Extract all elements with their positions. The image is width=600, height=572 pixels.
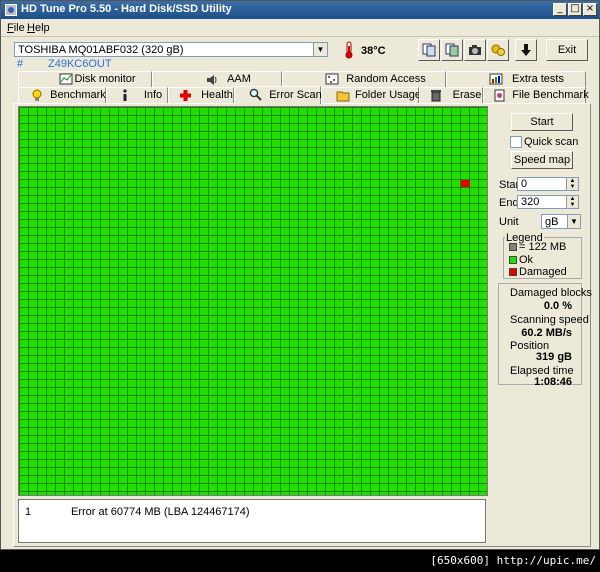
camera-icon [469, 45, 481, 55]
temperature-value: 38°C [361, 45, 386, 57]
spinner-icon[interactable]: ▲ ▼ [566, 196, 578, 208]
chevron-down-icon[interactable]: ▼ [567, 215, 580, 228]
scan-map [19, 107, 487, 495]
end-field-value: 320 [521, 196, 540, 208]
menu-file-key: F [7, 22, 14, 34]
tab-health[interactable]: Health [168, 87, 234, 103]
scanning-speed-label: Scanning speed [510, 314, 589, 326]
drive-select-value: TOSHIBA MQ01ABF032 (320 gB) [18, 44, 184, 56]
menu-help[interactable]: Help [27, 22, 50, 34]
speed-map-button[interactable]: Speed map [511, 151, 573, 169]
menu-file[interactable]: File [7, 22, 25, 34]
elapsed-time-value: 1:08:46 [534, 376, 572, 388]
log-index: 1 [25, 506, 32, 518]
thermometer-icon [345, 41, 353, 59]
arrow-down-icon [521, 44, 531, 56]
tab-info[interactable]: Info [106, 87, 168, 103]
serial-hash: # [17, 58, 24, 70]
title-bar[interactable]: HD Tune Pro 5.50 - Hard Disk/SSD Utility… [1, 1, 599, 19]
copy-all-icon [445, 43, 459, 57]
scanning-speed-value: 60.2 MB/s [521, 327, 572, 339]
error-log[interactable]: 1 Error at 60774 MB (LBA 124467174) [18, 499, 486, 543]
tab-label: Error Scan [269, 89, 322, 101]
tab-error-scan[interactable]: Error Scan [234, 86, 322, 104]
copy-all-button[interactable] [441, 39, 463, 61]
tab-extra-tests[interactable]: Extra tests [446, 71, 586, 87]
options-button[interactable] [487, 39, 509, 61]
exit-button[interactable]: Exit [546, 39, 588, 61]
position-value: 319 gB [535, 351, 572, 363]
copy-icon [422, 43, 436, 57]
legend-damaged: Damaged [519, 266, 567, 278]
minimize-button[interactable]: _ [553, 3, 567, 16]
legend-block-size: = 122 MB [519, 241, 567, 253]
start-field[interactable]: 0 ▲ ▼ [517, 177, 579, 191]
close-button[interactable]: × [583, 3, 597, 16]
start-button[interactable]: Start [511, 113, 573, 131]
tab-label: Random Access [346, 73, 426, 85]
legend-damaged-swatch [509, 268, 517, 276]
damaged-blocks-value: 0.0 % [543, 300, 572, 312]
copy-info-button[interactable] [418, 39, 440, 61]
save-button[interactable] [515, 39, 537, 61]
quick-scan-label[interactable]: Quick scan [524, 136, 578, 148]
tab-label: Extra tests [512, 73, 564, 85]
damaged-block [461, 180, 470, 187]
tab-aam[interactable]: AAM [152, 71, 282, 87]
serial-number: Z49KC6OUT [48, 58, 112, 70]
options-icon [491, 44, 505, 56]
unit-label: Unit [499, 216, 519, 228]
end-field-label: End [499, 197, 519, 209]
legend-block-swatch [509, 243, 517, 251]
spinner-icon[interactable]: ▲ ▼ [566, 178, 578, 190]
legend-ok-swatch [509, 256, 517, 264]
tab-random-access[interactable]: Random Access [282, 71, 446, 87]
tab-file-benchmark[interactable]: File Benchmark [483, 87, 589, 103]
watermark-text: [650x600] http://upic.me/ [430, 554, 596, 567]
tab-label: Disk monitor [74, 73, 136, 85]
scan-map-frame [18, 106, 488, 496]
tab-erase[interactable]: Erase [419, 87, 483, 103]
window-title: HD Tune Pro 5.50 - Hard Disk/SSD Utility [21, 3, 232, 15]
watermark-bar: [650x600] http://upic.me/ [0, 550, 600, 572]
unit-select-value: gB [545, 216, 559, 228]
quick-scan-checkbox[interactable] [510, 136, 522, 148]
menu-bar: File Help [1, 20, 599, 37]
tab-label: File Benchmark [512, 89, 589, 101]
app-window: HD Tune Pro 5.50 - Hard Disk/SSD Utility… [0, 0, 600, 550]
app-icon [5, 4, 17, 16]
end-field[interactable]: 320 ▲ ▼ [517, 195, 579, 209]
menu-help-key: H [27, 22, 35, 34]
damaged-blocks-label: Damaged blocks [510, 287, 592, 299]
start-field-value: 0 [521, 178, 528, 190]
tab-label: AAM [227, 73, 251, 85]
maximize-button[interactable]: □ [568, 3, 582, 16]
screenshot-button[interactable] [464, 39, 486, 61]
log-message: Error at 60774 MB (LBA 124467174) [71, 506, 250, 518]
chevron-down-icon[interactable]: ▼ [313, 43, 327, 56]
tab-benchmark[interactable]: Benchmark [18, 87, 106, 103]
unit-select[interactable]: gB ▼ [541, 214, 581, 229]
tab-disk-monitor[interactable]: Disk monitor [18, 71, 152, 87]
legend-ok: Ok [519, 254, 534, 266]
menu-help-rest: elp [34, 22, 50, 34]
drive-select[interactable]: TOSHIBA MQ01ABF032 (320 gB) ▼ [14, 42, 328, 57]
menu-file-rest: ile [13, 22, 25, 34]
